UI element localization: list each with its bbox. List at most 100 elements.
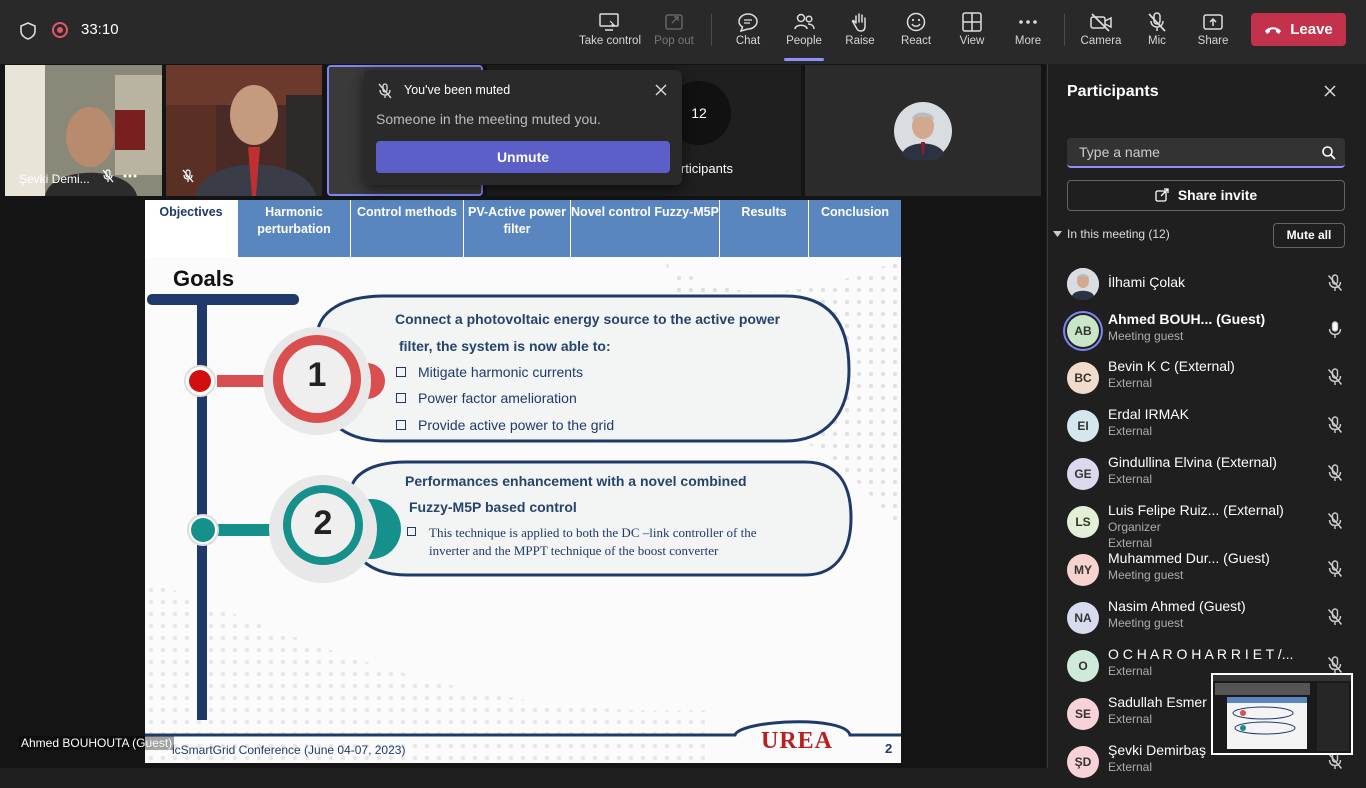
- participant-name: Muhammed Dur... (Guest): [1108, 550, 1270, 566]
- meeting-timer: 33:10: [81, 21, 119, 38]
- slide-footer: icSmartGrid Conference (June 04-07, 2023…: [172, 743, 406, 757]
- in-meeting-header[interactable]: In this meeting (12): [1067, 227, 1170, 241]
- participant-search-input[interactable]: Type a name: [1067, 138, 1345, 168]
- presenter-name: Ahmed BOUHOUTA (Guest): [19, 736, 175, 750]
- people-icon: [794, 13, 815, 30]
- slide-page-number: 2: [885, 741, 893, 756]
- mic-button[interactable]: Mic: [1127, 10, 1187, 56]
- participant-role: External: [1108, 424, 1153, 438]
- tab-results: Results: [720, 200, 809, 257]
- close-icon[interactable]: [655, 84, 667, 96]
- participant-name: Erdal IRMAK: [1108, 406, 1189, 422]
- shared-slide: Objectives Harmonic perturbation Control…: [145, 200, 901, 763]
- participant-name: Şevki Demi...: [19, 172, 90, 186]
- camera-button[interactable]: Camera: [1071, 10, 1131, 56]
- avatar: O: [1067, 650, 1099, 682]
- goal-1-bullet: Power factor amelioration: [396, 390, 577, 406]
- mic-on-icon[interactable]: [1327, 321, 1343, 339]
- participant-row[interactable]: LS Luis Felipe Ruiz... (External) Organize…: [1067, 502, 1357, 550]
- unmute-button[interactable]: Unmute: [376, 141, 670, 173]
- take-control-button[interactable]: Take control: [579, 10, 641, 56]
- shield-icon[interactable]: [19, 21, 37, 41]
- avatar: [1067, 268, 1099, 300]
- avatar: BC: [1067, 362, 1099, 394]
- chat-button[interactable]: Chat: [718, 10, 778, 56]
- recording-indicator-icon: [52, 22, 68, 38]
- participant-role: Meeting guest: [1108, 329, 1184, 343]
- participant-row[interactable]: MY Muhammed Dur... (Guest) Meeting guest: [1067, 550, 1357, 596]
- avatar: GE: [1067, 458, 1099, 490]
- raise-hand-icon: [851, 13, 866, 32]
- participant-name: O C H A R O H A R R I E T /...: [1108, 646, 1294, 662]
- meeting-toolbar: 33:10 Take control Pop out Chat People R…: [0, 0, 1366, 64]
- goal-1-bullet: Provide active power to the grid: [395, 417, 615, 433]
- mic-off-icon[interactable]: [1327, 656, 1343, 674]
- participant-row[interactable]: AB Ahmed BOUH... (Guest) Meeting guest: [1067, 311, 1357, 357]
- toolbar-divider: [1064, 14, 1065, 46]
- conference-logo: UREA: [761, 728, 834, 754]
- goal-1-line-1: Connect a photovoltaic energy source to …: [395, 311, 781, 327]
- slide-heading: Goals: [173, 266, 235, 291]
- mic-off-icon[interactable]: [1327, 368, 1343, 386]
- avatar: ŞD: [1067, 746, 1099, 778]
- participant-row[interactable]: NA Nasim Ahmed (Guest) Meeting guest: [1067, 598, 1357, 644]
- view-icon: [962, 12, 982, 32]
- camera-off-icon: [1090, 13, 1112, 32]
- participant-name: Gindullina Elvina (External): [1108, 454, 1277, 470]
- participant-role: External: [1108, 760, 1153, 774]
- participant-role: Meeting guest: [1108, 616, 1184, 630]
- share-preview-thumbnail[interactable]: [1211, 673, 1353, 755]
- mic-off-icon[interactable]: [1327, 274, 1343, 292]
- goal-number-1: 1: [307, 356, 327, 394]
- slide-tab-bar: Objectives Harmonic perturbation Control…: [145, 200, 901, 257]
- notification-message: Someone in the meeting muted you.: [376, 111, 601, 127]
- participant-row[interactable]: İlhami Çolak: [1067, 266, 1357, 310]
- participant-row[interactable]: BC Bevin K C (External) External: [1067, 358, 1357, 404]
- share-button[interactable]: Share: [1183, 10, 1243, 56]
- avatar: SE: [1067, 698, 1099, 730]
- chevron-down-icon[interactable]: [1053, 231, 1062, 238]
- mic-off-icon[interactable]: [1327, 608, 1343, 626]
- participant-role: Meeting guest: [1108, 568, 1184, 582]
- raise-hand-button[interactable]: Raise: [830, 10, 890, 56]
- video-tile-participant[interactable]: [166, 65, 322, 196]
- view-button[interactable]: View: [942, 10, 1002, 56]
- video-tile-sevki[interactable]: Şevki Demi...: [5, 65, 162, 196]
- video-tile-ilhami[interactable]: [805, 65, 1041, 196]
- mic-off-icon[interactable]: [1327, 464, 1343, 482]
- participant-role: External: [1108, 664, 1153, 678]
- mic-off-icon[interactable]: [1327, 560, 1343, 578]
- leave-button[interactable]: Leave: [1251, 13, 1346, 46]
- participant-row[interactable]: EI Erdal IRMAK External: [1067, 406, 1357, 452]
- search-icon[interactable]: [1322, 146, 1336, 160]
- share-invite-button[interactable]: Share invite: [1067, 180, 1345, 211]
- more-button[interactable]: More: [998, 10, 1058, 56]
- close-icon[interactable]: [1324, 85, 1336, 97]
- goal-2-line-1: Performances enhancement with a novel co…: [405, 473, 747, 489]
- panel-divider: [1047, 64, 1048, 768]
- participant-role: External: [1108, 712, 1153, 726]
- tab-harmonic-perturbation: Harmonic perturbation: [238, 200, 351, 257]
- pop-out-button[interactable]: Pop out: [644, 10, 704, 56]
- goal-number-2: 2: [313, 504, 333, 542]
- mic-off-icon: [182, 169, 194, 183]
- goal-2-line-2: Fuzzy-M5P based control: [409, 499, 577, 515]
- participant-row[interactable]: GE Gindullina Elvina (External) External: [1067, 454, 1357, 500]
- people-button[interactable]: People: [774, 10, 834, 61]
- react-icon: [906, 12, 926, 32]
- participant-name: Nasim Ahmed (Guest): [1108, 598, 1246, 614]
- react-button[interactable]: React: [886, 10, 946, 56]
- participant-name: Şevki Demirbaş: [1108, 742, 1207, 758]
- share-icon: [1203, 14, 1223, 30]
- participant-name: Luis Felipe Ruiz... (External): [1108, 502, 1284, 518]
- avatar: [894, 102, 952, 160]
- preview-image: [1213, 675, 1351, 751]
- more-icon: [1019, 20, 1037, 24]
- mute-all-button[interactable]: Mute all: [1273, 223, 1345, 248]
- share-icon: [1155, 188, 1169, 202]
- mic-off-icon[interactable]: [1327, 416, 1343, 434]
- avatar: LS: [1067, 506, 1099, 538]
- mic-off-icon[interactable]: [1327, 512, 1343, 530]
- participant-role: External: [1108, 376, 1153, 390]
- more-options-icon[interactable]: [123, 174, 137, 178]
